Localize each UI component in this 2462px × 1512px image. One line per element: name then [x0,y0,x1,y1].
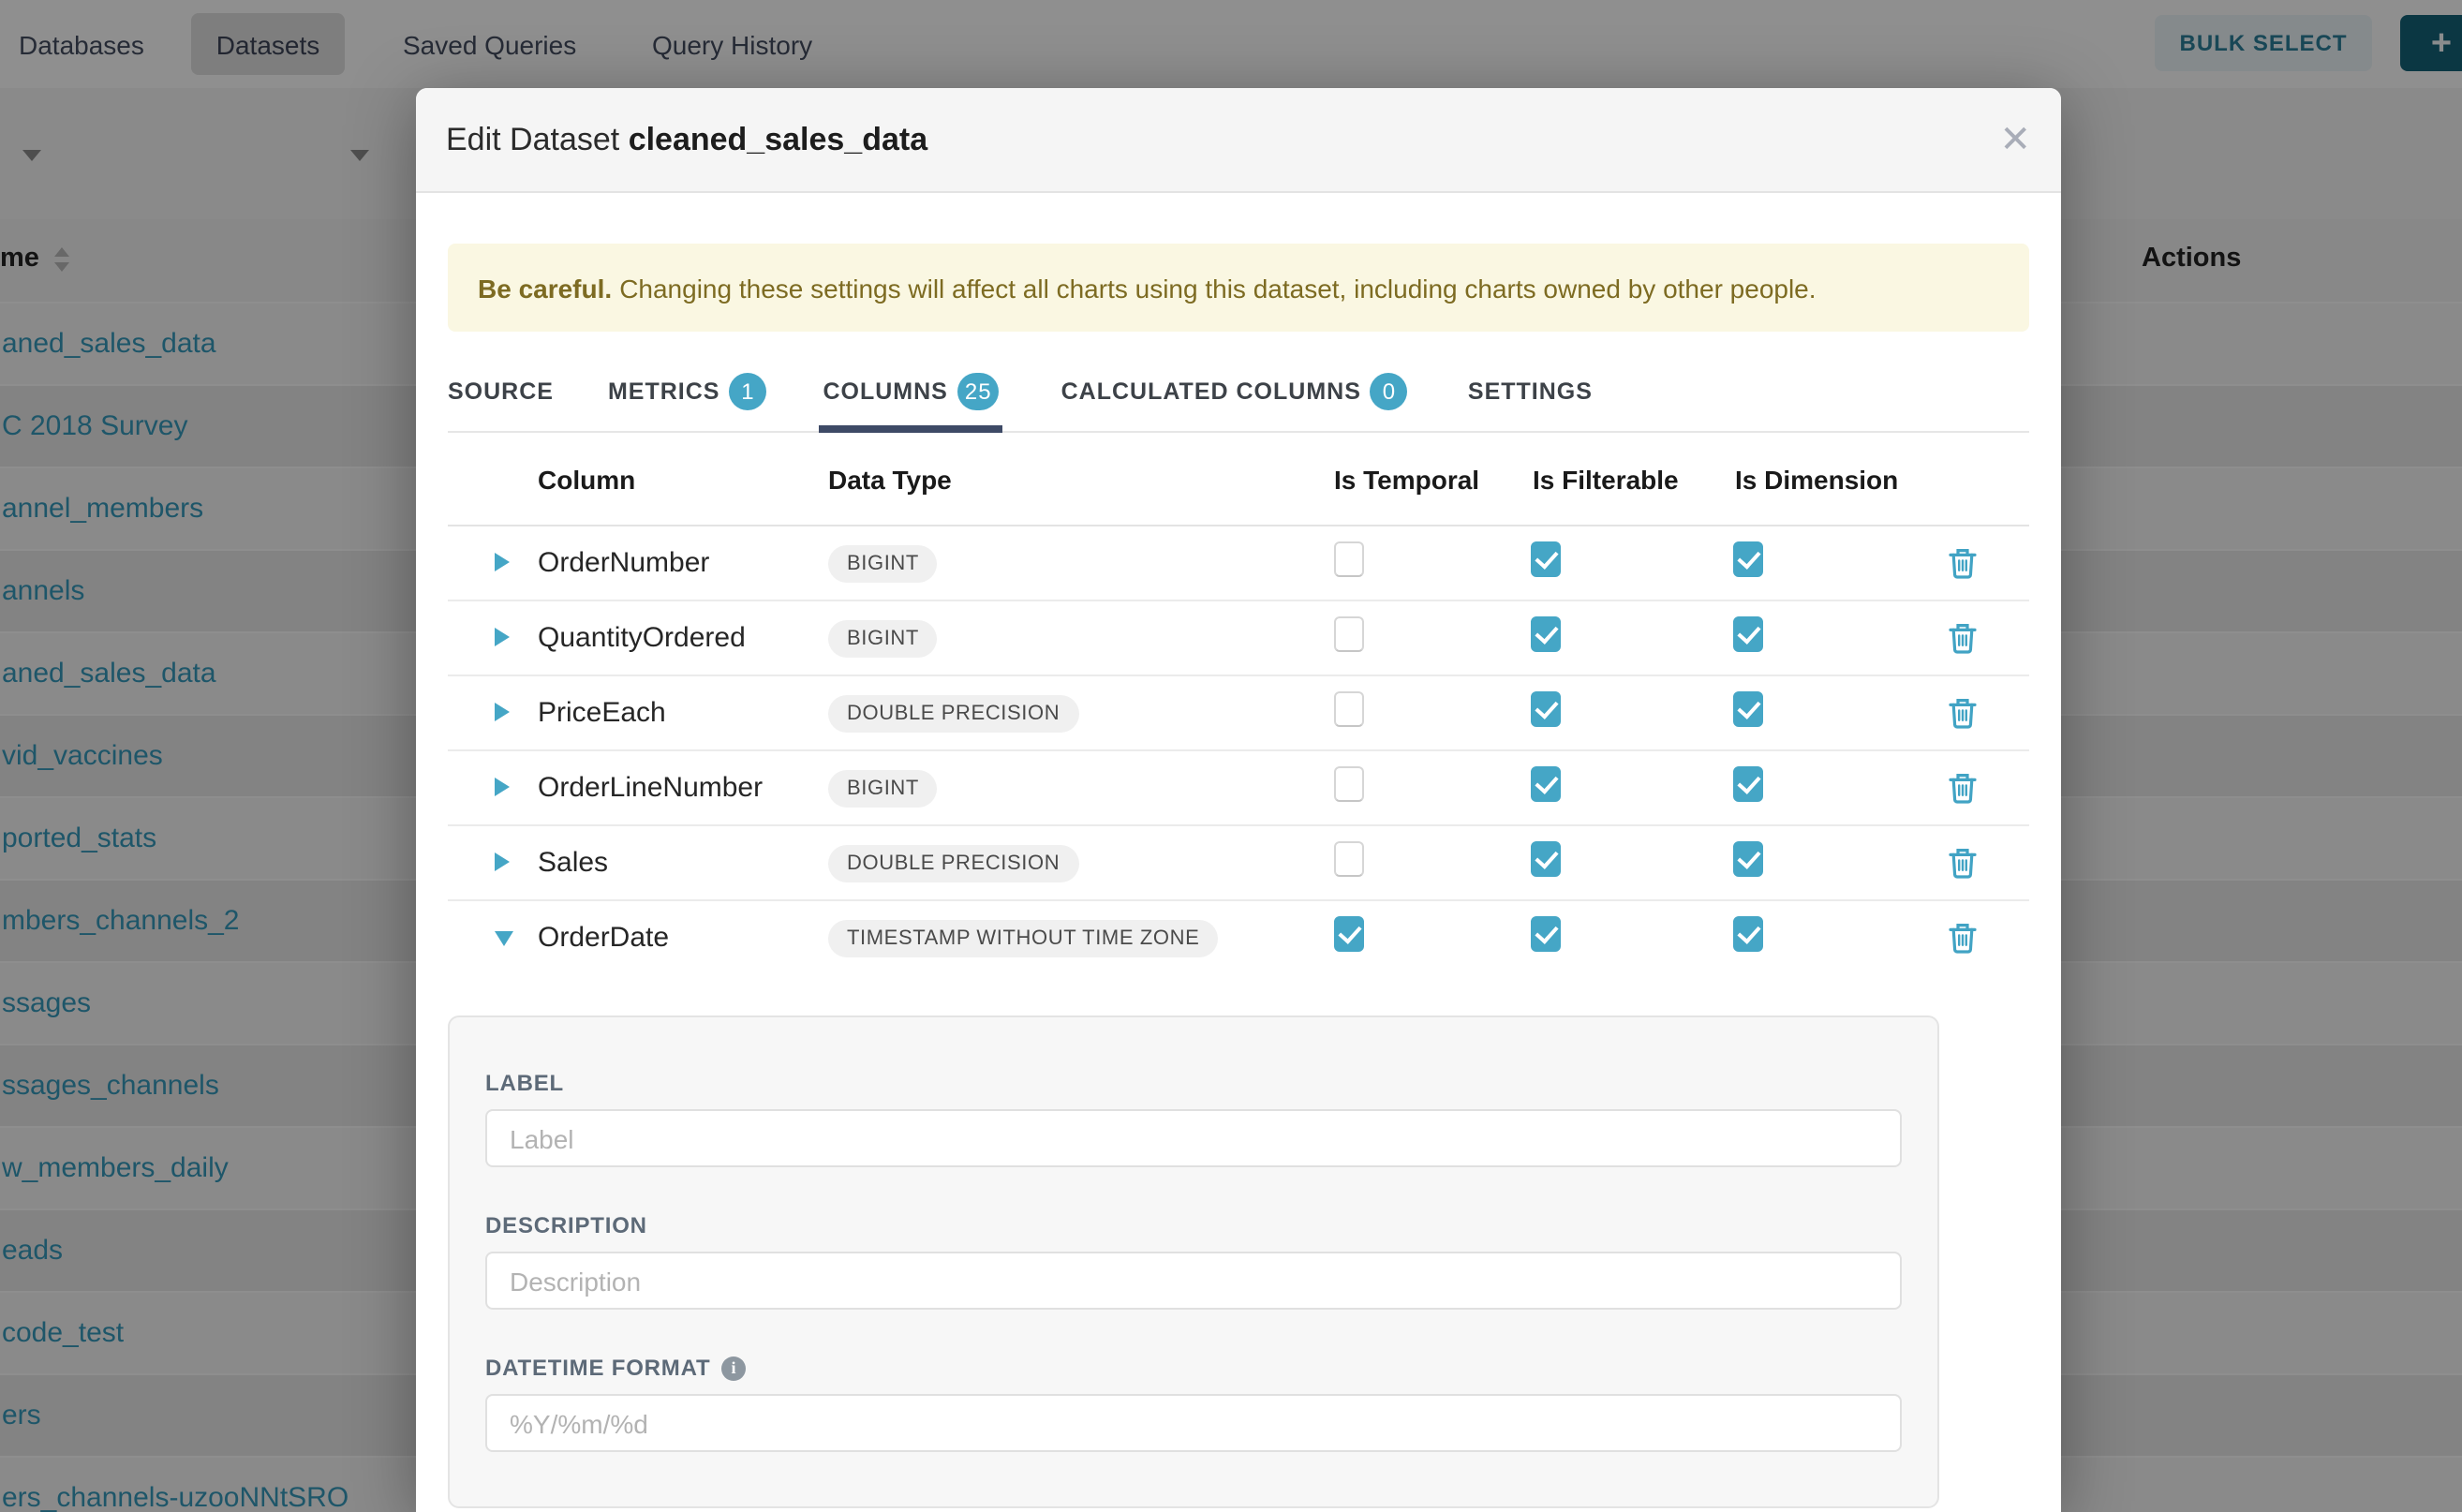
is-filterable-checkbox[interactable] [1531,615,1561,651]
trash-icon [1949,697,1977,729]
metrics-count-badge: 1 [729,372,766,409]
column-row: OrderLineNumber BIGINT [448,751,2029,826]
is-dimension-checkbox[interactable] [1733,765,1763,801]
warning-banner: Be careful. Changing these settings will… [448,244,2029,332]
is-temporal-checkbox[interactable] [1334,690,1364,726]
description-input[interactable] [485,1252,1902,1310]
calculated-columns-count-badge: 0 [1371,372,1408,409]
is-dimension-checkbox[interactable] [1733,541,1763,576]
trash-icon [1949,847,1977,879]
data-type-pill: TIMESTAMP WITHOUT TIME ZONE [828,919,1218,956]
columns-count-badge: 25 [957,372,1000,409]
data-type-pill: BIGINT [828,544,938,582]
is-dimension-checkbox[interactable] [1733,840,1763,876]
data-type-pill: BIGINT [828,619,938,657]
modal-title: Edit Dataset cleaned_sales_data [446,121,927,158]
is-temporal-checkbox[interactable] [1334,765,1364,801]
modal-tabs: SOURCE METRICS1 COLUMNS25 CALCULATED COL… [448,350,2029,433]
is-filterable-checkbox[interactable] [1531,765,1561,801]
column-name: OrderDate [525,922,817,954]
data-type-pill: DOUBLE PRECISION [828,844,1078,882]
column-detail-panel: LABEL DESCRIPTION DATETIME FORMAT i [448,1015,1939,1508]
column-row: PriceEach DOUBLE PRECISION [448,676,2029,751]
expand-caret-icon[interactable] [495,702,510,720]
tab-columns[interactable]: COLUMNS25 [823,350,999,431]
warning-text: Changing these settings will affect all … [619,273,1816,303]
column-name: Sales [525,847,817,879]
dataset-name: cleaned_sales_data [629,121,927,156]
data-type-pill: BIGINT [828,769,938,807]
is-temporal-checkbox[interactable] [1334,615,1364,651]
trash-icon [1949,772,1977,804]
is-filterable-checkbox[interactable] [1531,541,1561,576]
delete-column-button[interactable] [1949,772,2029,804]
is-dimension-checkbox[interactable] [1733,690,1763,726]
columns-table: Column Data Type Is Temporal Is Filterab… [448,433,2029,974]
close-icon[interactable]: ✕ [1999,121,2031,158]
column-row: OrderDate TIMESTAMP WITHOUT TIME ZONE [448,901,2029,974]
warning-bold: Be careful. [478,273,612,303]
is-filterable-checkbox[interactable] [1531,690,1561,726]
is-temporal-checkbox[interactable] [1334,541,1364,576]
is-filterable-checkbox[interactable] [1531,915,1561,951]
data-type-pill: DOUBLE PRECISION [828,694,1078,732]
label-field: LABEL [485,1070,1902,1167]
columns-table-body: OrderNumber BIGINT QuantityOrdered BIGINT Pr… [448,526,2029,974]
delete-column-button[interactable] [1949,922,2029,954]
trash-icon [1949,547,1977,579]
column-name: PriceEach [525,697,817,729]
is-temporal-header: Is Temporal [1321,464,1518,494]
column-name: OrderNumber [525,547,817,579]
expand-caret-icon[interactable] [495,627,510,645]
data-type-header: Data Type [817,464,1321,494]
label-input[interactable] [485,1109,1902,1167]
tab-metrics[interactable]: METRICS1 [608,350,767,431]
expand-caret-icon[interactable] [495,777,510,795]
columns-table-header: Column Data Type Is Temporal Is Filterab… [448,433,2029,526]
collapse-caret-icon[interactable] [495,930,513,945]
is-filterable-checkbox[interactable] [1531,840,1561,876]
screen: Databases Datasets Saved Queries Query H… [0,0,2462,1512]
column-header: Column [525,464,817,494]
delete-column-button[interactable] [1949,622,2029,654]
tab-source[interactable]: SOURCE [448,350,554,431]
modal-body: Be careful. Changing these settings will… [416,193,2061,1508]
delete-column-button[interactable] [1949,547,2029,579]
is-temporal-checkbox[interactable] [1334,915,1364,951]
trash-icon [1949,922,1977,954]
trash-icon [1949,622,1977,654]
is-temporal-checkbox[interactable] [1334,840,1364,876]
is-dimension-checkbox[interactable] [1733,615,1763,651]
column-row: Sales DOUBLE PRECISION [448,826,2029,901]
is-dimension-checkbox[interactable] [1733,915,1763,951]
column-row: OrderNumber BIGINT [448,526,2029,601]
description-field-label: DESCRIPTION [485,1212,1902,1238]
tab-calculated-columns[interactable]: CALCULATED COLUMNS0 [1061,350,1408,431]
label-field-label: LABEL [485,1070,1902,1096]
edit-dataset-modal: Edit Dataset cleaned_sales_data ✕ Be car… [416,88,2061,1512]
column-row: QuantityOrdered BIGINT [448,601,2029,676]
datetime-format-field-label: DATETIME FORMAT i [485,1355,1902,1381]
modal-header: Edit Dataset cleaned_sales_data ✕ [416,88,2061,193]
description-field: DESCRIPTION [485,1212,1902,1310]
info-icon[interactable]: i [721,1356,746,1380]
expand-caret-icon[interactable] [495,852,510,870]
datetime-format-field: DATETIME FORMAT i [485,1355,1902,1452]
delete-column-button[interactable] [1949,847,2029,879]
is-dimension-header: Is Dimension [1720,464,1900,494]
datetime-format-input[interactable] [485,1394,1902,1452]
tab-settings[interactable]: SETTINGS [1468,350,1593,431]
delete-column-button[interactable] [1949,697,2029,729]
is-filterable-header: Is Filterable [1518,464,1720,494]
column-name: OrderLineNumber [525,772,817,804]
expand-caret-icon[interactable] [495,552,510,571]
column-name: QuantityOrdered [525,622,817,654]
